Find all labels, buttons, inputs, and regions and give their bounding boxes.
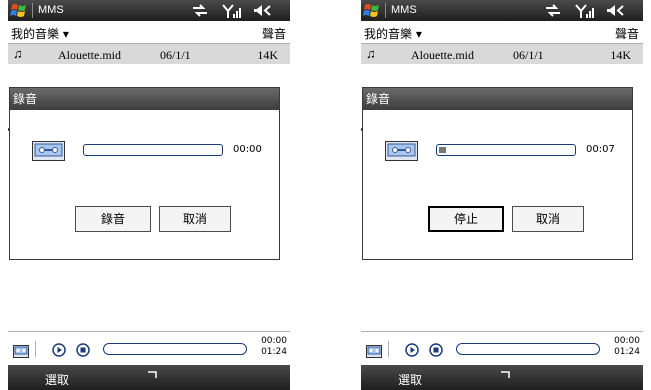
playback-position: 00:00 [614, 336, 640, 346]
playback-position: 00:00 [261, 336, 287, 346]
media-player-bar: 00:00 01:24 [8, 331, 290, 366]
playback-progress-bar[interactable] [456, 343, 600, 355]
dialog-title: 錄音 [363, 88, 632, 110]
signal-strength-icon[interactable] [222, 2, 244, 19]
recorder-small-icon[interactable] [13, 343, 29, 358]
volume-icon[interactable] [605, 2, 627, 19]
playback-duration: 01:24 [261, 347, 287, 357]
windows-start-icon[interactable] [10, 1, 29, 19]
title-bar: MMS [361, 0, 643, 21]
my-music-dropdown[interactable]: 我的音樂 ▾ [11, 25, 69, 42]
menu-bar: 我的音樂 ▾ 聲音 [8, 21, 290, 44]
recording-time: 00:00 [233, 144, 262, 155]
select-softkey[interactable]: 選取 [45, 371, 69, 388]
file-list-item[interactable]: ♫ Alouette.mid 06/1/1 14K [8, 44, 290, 64]
record-dialog: 錄音 00:00 錄音 取消 [9, 87, 280, 260]
app-title: MMS [391, 4, 417, 16]
title-separator [385, 3, 386, 18]
record-dialog: 錄音 00:07 停止 取消 [362, 87, 633, 260]
title-bar: MMS [8, 0, 290, 21]
music-note-icon: ♫ [366, 46, 376, 61]
file-name: Alouette.mid [58, 48, 121, 62]
signal-strength-icon[interactable] [575, 2, 597, 19]
playback-duration: 01:24 [614, 347, 640, 357]
connectivity-icon[interactable] [543, 2, 563, 19]
file-date: 06/1/1 [513, 48, 544, 62]
title-separator [32, 3, 33, 18]
sound-menu[interactable]: 聲音 [262, 25, 286, 42]
my-music-dropdown[interactable]: 我的音樂 ▾ [364, 25, 422, 42]
file-date: 06/1/1 [160, 48, 191, 62]
connectivity-icon[interactable] [190, 2, 210, 19]
windows-start-icon[interactable] [363, 1, 382, 19]
play-icon[interactable] [52, 342, 66, 357]
soft-key-bar: 選取 [361, 365, 643, 390]
player-separator [35, 341, 36, 357]
phone-screen-right: MMS 我的音樂 ▾ 聲音 ♫ Alouette.mid 06/1/1 14K … [361, 0, 643, 390]
stop-icon[interactable] [76, 342, 90, 357]
file-size: 14K [610, 48, 631, 62]
menu-bar: 我的音樂 ▾ 聲音 [361, 21, 643, 44]
cancel-button[interactable]: 取消 [512, 206, 584, 232]
recorder-icon [32, 141, 65, 161]
stop-icon[interactable] [429, 342, 443, 357]
keyboard-icon[interactable] [145, 369, 161, 379]
file-name: Alouette.mid [411, 48, 474, 62]
recording-progress-fill [439, 147, 446, 153]
file-size: 14K [257, 48, 278, 62]
recording-time: 00:07 [586, 144, 615, 155]
record-button[interactable]: 錄音 [75, 206, 151, 232]
dialog-title: 錄音 [10, 88, 279, 110]
music-note-icon: ♫ [13, 46, 23, 61]
sound-menu[interactable]: 聲音 [615, 25, 639, 42]
play-icon[interactable] [405, 342, 419, 357]
recorder-small-icon[interactable] [366, 343, 382, 358]
playback-progress-bar[interactable] [103, 343, 247, 355]
volume-icon[interactable] [252, 2, 274, 19]
soft-key-bar: 選取 [8, 365, 290, 390]
app-title: MMS [38, 4, 64, 16]
recorder-icon [385, 141, 418, 161]
media-player-bar: 00:00 01:24 [361, 331, 643, 366]
stop-button[interactable]: 停止 [428, 206, 504, 232]
recording-progress-bar [436, 144, 576, 156]
cancel-button[interactable]: 取消 [159, 206, 231, 232]
phone-screen-left: MMS 我的音樂 ▾ 聲音 ♫ Alouette.mid 06/1/1 14K … [8, 0, 290, 390]
keyboard-icon[interactable] [498, 369, 514, 379]
player-separator [388, 341, 389, 357]
file-list-item[interactable]: ♫ Alouette.mid 06/1/1 14K [361, 44, 643, 64]
recording-progress-bar [83, 144, 223, 156]
select-softkey[interactable]: 選取 [398, 371, 422, 388]
